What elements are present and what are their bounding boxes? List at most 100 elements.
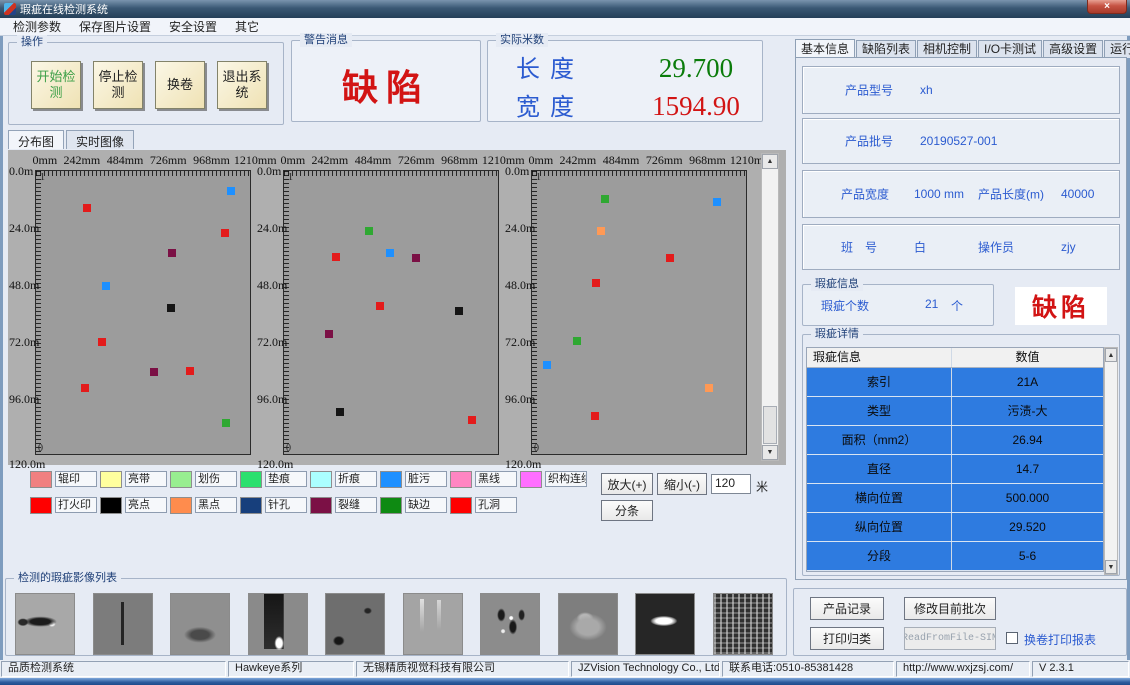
row-value: 5-6: [952, 542, 1103, 570]
legend-label: 脏污: [405, 471, 447, 487]
table-row[interactable]: 纵向位置29.520: [807, 513, 1103, 542]
defect-point[interactable]: [83, 204, 91, 212]
defect-point[interactable]: [386, 249, 394, 257]
defect-point[interactable]: [365, 227, 373, 235]
detail-table-scrollbar[interactable]: ▲ ▼: [1104, 347, 1118, 575]
defect-thumbnail-5[interactable]: [325, 593, 385, 655]
print-report-checkbox[interactable]: [1006, 632, 1018, 644]
scroll-up-icon[interactable]: ▲: [1105, 348, 1117, 362]
defect-point[interactable]: [597, 227, 605, 235]
menu-item-2[interactable]: 安全设置: [160, 17, 226, 36]
warning-message: 缺陷: [292, 59, 480, 111]
zoom-out-button[interactable]: 缩小(-): [657, 473, 707, 495]
zoom-in-button[interactable]: 放大(+): [601, 473, 653, 495]
print-classify-button[interactable]: 打印归类: [810, 627, 884, 650]
defect-thumbnail-3[interactable]: [170, 593, 230, 655]
product-batch-label: 产品批号: [845, 133, 893, 150]
scatter-plot-1[interactable]: 10: [35, 170, 251, 455]
menu-item-1[interactable]: 保存图片设置: [70, 17, 160, 36]
right-tab-1[interactable]: 缺陷列表: [856, 40, 916, 58]
close-button[interactable]: ×: [1087, 0, 1127, 14]
menu-item-3[interactable]: 其它: [226, 17, 268, 36]
scale-value-input[interactable]: 120: [711, 474, 751, 494]
start-button[interactable]: 开始检测: [31, 61, 81, 109]
product-record-button[interactable]: 产品记录: [810, 597, 884, 620]
defect-thumbnail-1[interactable]: [15, 593, 75, 655]
right-tab-4[interactable]: 高级设置: [1043, 40, 1103, 58]
defect-thumbnail-2[interactable]: [93, 593, 153, 655]
scatter-plot-2[interactable]: 10: [283, 170, 499, 455]
split-button[interactable]: 分条: [601, 500, 653, 521]
right-tab-2[interactable]: 相机控制: [917, 40, 977, 58]
defect-point[interactable]: [227, 187, 235, 195]
modify-batch-button[interactable]: 修改目前批次: [904, 597, 996, 620]
change-roll-button[interactable]: 换卷: [155, 61, 205, 109]
defect-point[interactable]: [150, 368, 158, 376]
defect-point[interactable]: [591, 412, 599, 420]
table-row[interactable]: 横向位置500.000: [807, 484, 1103, 513]
defect-point[interactable]: [592, 279, 600, 287]
right-tab-3[interactable]: I/O卡测试: [978, 40, 1042, 58]
defect-point[interactable]: [98, 338, 106, 346]
legend-color-swatch: [380, 497, 402, 514]
right-tab-5[interactable]: 运行状态信息: [1104, 40, 1130, 58]
defect-point[interactable]: [168, 249, 176, 257]
view-tab-1[interactable]: 实时图像: [66, 130, 134, 149]
shift-value: 白: [914, 239, 926, 256]
defect-point[interactable]: [455, 307, 463, 315]
scroll-thumb[interactable]: [763, 406, 777, 444]
axis-zero-label: 0: [286, 443, 291, 454]
defect-thumbnail-9[interactable]: [635, 593, 695, 655]
defect-point[interactable]: [332, 253, 340, 261]
product-width-label: 产品宽度: [841, 186, 889, 203]
defect-point[interactable]: [666, 254, 674, 262]
row-value: 21A: [952, 368, 1103, 396]
scatter-plot-3[interactable]: 10: [531, 170, 747, 455]
defect-point[interactable]: [186, 367, 194, 375]
defect-point[interactable]: [601, 195, 609, 203]
defect-point[interactable]: [705, 384, 713, 392]
defect-point[interactable]: [221, 229, 229, 237]
exit-button[interactable]: 退出系统: [217, 61, 267, 109]
defect-thumbnail-6[interactable]: [403, 593, 463, 655]
scroll-down-icon[interactable]: ▼: [1105, 560, 1117, 574]
defect-thumbnail-4[interactable]: [248, 593, 308, 655]
defect-thumbnail-10[interactable]: [713, 593, 773, 655]
title-bar[interactable]: 瑕疵在线检测系统 ×: [0, 0, 1130, 18]
distribution-plot-region: 0mm242mm484mm726mm968mm1210mm100.0m24.0m…: [8, 150, 786, 465]
table-row[interactable]: 类型污渍-大: [807, 397, 1103, 426]
y-tick-label: 24.0m: [257, 221, 282, 236]
read-from-file-button[interactable]: ReadFromFile-SIM: [904, 627, 996, 650]
defect-point[interactable]: [543, 361, 551, 369]
legend-item: 黑线: [450, 470, 520, 488]
right-tab-0[interactable]: 基本信息: [795, 39, 855, 57]
status-segment-1: Hawkeye系列: [228, 661, 354, 677]
table-row[interactable]: 索引21A: [807, 368, 1103, 397]
plot-scrollbar[interactable]: ▲▼: [761, 153, 779, 461]
defect-point[interactable]: [81, 384, 89, 392]
defect-point[interactable]: [325, 330, 333, 338]
defect-point[interactable]: [102, 282, 110, 290]
table-row[interactable]: 分段5-6: [807, 542, 1103, 571]
defect-point[interactable]: [412, 254, 420, 262]
table-row[interactable]: 面积（mm2）26.94: [807, 426, 1103, 455]
defect-point[interactable]: [336, 408, 344, 416]
defect-thumbnail-7[interactable]: [480, 593, 540, 655]
menu-item-0[interactable]: 检测参数: [4, 17, 70, 36]
defect-thumbnail-8[interactable]: [558, 593, 618, 655]
panel-index-label: 1: [536, 172, 541, 183]
view-tab-0[interactable]: 分布图: [8, 130, 64, 149]
defect-point[interactable]: [167, 304, 175, 312]
defect-point[interactable]: [573, 337, 581, 345]
stop-button[interactable]: 停止检测: [93, 61, 143, 109]
scroll-down-icon[interactable]: ▼: [762, 445, 778, 460]
meter-value-1: 1594.90: [626, 91, 766, 122]
scroll-up-icon[interactable]: ▲: [762, 154, 778, 169]
defect-point[interactable]: [713, 198, 721, 206]
y-tick-marks: [284, 171, 289, 454]
defect-point[interactable]: [222, 419, 230, 427]
defect-point[interactable]: [468, 416, 476, 424]
product-model-label: 产品型号: [845, 82, 893, 99]
table-row[interactable]: 直径14.7: [807, 455, 1103, 484]
defect-point[interactable]: [376, 302, 384, 310]
